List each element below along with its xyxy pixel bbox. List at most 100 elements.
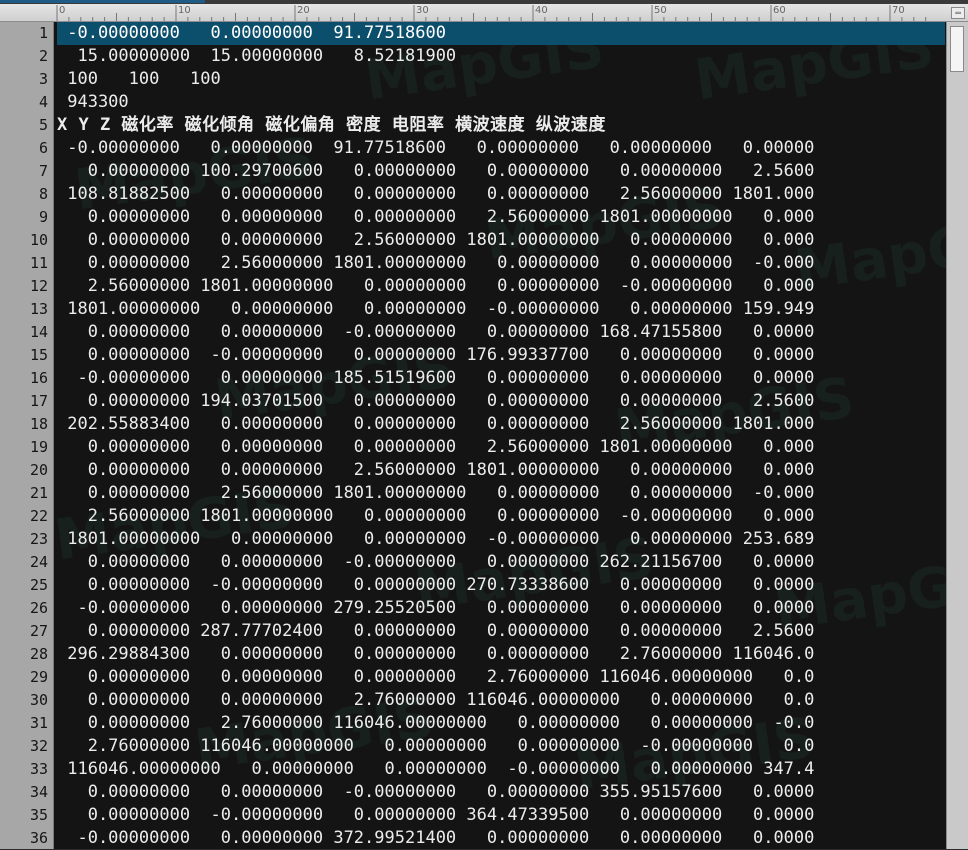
line-number: 7: [38, 162, 48, 180]
line-number: 28: [29, 645, 48, 663]
line-number: 15: [29, 346, 48, 364]
line-content[interactable]: 202.55883400 0.00000000 0.00000000 0.000…: [57, 413, 945, 436]
text-line[interactable]: 15 0.00000000 -0.00000000 0.00000000 176…: [0, 344, 968, 367]
line-content[interactable]: 0.00000000 0.00000000 -0.00000000 0.0000…: [57, 781, 945, 804]
line-number: 13: [29, 300, 48, 318]
line-number: 33: [29, 760, 48, 778]
line-content[interactable]: 0.00000000 0.00000000 0.00000000 2.76000…: [57, 666, 945, 689]
scrollbar-thumb[interactable]: [950, 26, 964, 72]
line-content[interactable]: 0.00000000 2.56000000 1801.00000000 0.00…: [57, 482, 945, 505]
line-content[interactable]: -0.00000000 0.00000000 185.51519600 0.00…: [57, 367, 945, 390]
text-line[interactable]: 23 1801.00000000 0.00000000 0.00000000 -…: [0, 528, 968, 551]
text-line[interactable]: 34 0.00000000 0.00000000 -0.00000000 0.0…: [0, 781, 968, 804]
text-line[interactable]: 3 100 100 100: [0, 68, 968, 91]
text-line[interactable]: 7 0.00000000 100.29700600 0.00000000 0.0…: [0, 160, 968, 183]
text-line[interactable]: 5 X Y Z 磁化率 磁化倾角 磁化偏角 密度 电阻率 横波速度 纵波速度: [0, 114, 968, 137]
text-line[interactable]: 35 0.00000000 -0.00000000 0.00000000 364…: [0, 804, 968, 827]
ruler-toggle-button[interactable]: ▭: [951, 7, 965, 19]
line-content[interactable]: 108.81882500 0.00000000 0.00000000 0.000…: [57, 183, 945, 206]
line-number: 17: [29, 392, 48, 410]
ruler-label: 60: [773, 5, 786, 16]
line-content[interactable]: 0.00000000 0.00000000 -0.00000000 0.0000…: [57, 321, 945, 344]
text-line[interactable]: 33 116046.00000000 0.00000000 0.00000000…: [0, 758, 968, 781]
text-line[interactable]: 29 0.00000000 0.00000000 0.00000000 2.76…: [0, 666, 968, 689]
text-line[interactable]: 1 -0.00000000 0.00000000 91.77518600: [0, 22, 968, 45]
text-line[interactable]: 30 0.00000000 0.00000000 2.76000000 1160…: [0, 689, 968, 712]
line-content[interactable]: 0.00000000 0.00000000 -0.00000000 0.0000…: [57, 551, 945, 574]
line-content[interactable]: 0.00000000 2.56000000 1801.00000000 0.00…: [57, 252, 945, 275]
ruler-label: 50: [654, 5, 667, 16]
line-number: 10: [29, 231, 48, 249]
line-content[interactable]: 1801.00000000 0.00000000 0.00000000 -0.0…: [57, 298, 945, 321]
line-content[interactable]: -0.00000000 0.00000000 91.77518600: [57, 22, 945, 45]
line-content[interactable]: 2.56000000 1801.00000000 0.00000000 0.00…: [57, 275, 945, 298]
line-content[interactable]: X Y Z 磁化率 磁化倾角 磁化偏角 密度 电阻率 横波速度 纵波速度: [57, 114, 945, 137]
line-content[interactable]: 0.00000000 0.00000000 2.56000000 1801.00…: [57, 229, 945, 252]
text-line[interactable]: 19 0.00000000 0.00000000 0.00000000 2.56…: [0, 436, 968, 459]
line-content[interactable]: 943300: [57, 91, 945, 114]
line-content[interactable]: -0.00000000 0.00000000 91.77518600 0.000…: [57, 137, 945, 160]
text-line[interactable]: 32 2.76000000 116046.00000000 0.00000000…: [0, 735, 968, 758]
text-line[interactable]: 20 0.00000000 0.00000000 2.56000000 1801…: [0, 459, 968, 482]
line-content[interactable]: -0.00000000 0.00000000 279.25520500 0.00…: [57, 597, 945, 620]
text-line[interactable]: 24 0.00000000 0.00000000 -0.00000000 0.0…: [0, 551, 968, 574]
line-number: 3: [38, 70, 48, 88]
line-content[interactable]: 0.00000000 0.00000000 2.56000000 1801.00…: [57, 459, 945, 482]
line-content[interactable]: 0.00000000 287.77702400 0.00000000 0.000…: [57, 620, 945, 643]
line-number: 27: [29, 622, 48, 640]
line-content[interactable]: 0.00000000 2.76000000 116046.00000000 0.…: [57, 712, 945, 735]
text-line[interactable]: 12 2.56000000 1801.00000000 0.00000000 0…: [0, 275, 968, 298]
line-content[interactable]: 15.00000000 15.00000000 8.52181900: [57, 45, 945, 68]
line-content[interactable]: 0.00000000 100.29700600 0.00000000 0.000…: [57, 160, 945, 183]
text-line[interactable]: 6 -0.00000000 0.00000000 91.77518600 0.0…: [0, 137, 968, 160]
line-content[interactable]: 100 100 100: [57, 68, 945, 91]
text-line[interactable]: 36 -0.00000000 0.00000000 372.99521400 0…: [0, 827, 968, 850]
line-content[interactable]: 2.56000000 1801.00000000 0.00000000 0.00…: [57, 505, 945, 528]
text-line[interactable]: 10 0.00000000 0.00000000 2.56000000 1801…: [0, 229, 968, 252]
line-number: 35: [29, 806, 48, 824]
line-content[interactable]: 2.76000000 116046.00000000 0.00000000 0.…: [57, 735, 945, 758]
line-content[interactable]: 0.00000000 -0.00000000 0.00000000 176.99…: [57, 344, 945, 367]
text-line[interactable]: 13 1801.00000000 0.00000000 0.00000000 -…: [0, 298, 968, 321]
text-line[interactable]: 14 0.00000000 0.00000000 -0.00000000 0.0…: [0, 321, 968, 344]
line-content[interactable]: 0.00000000 -0.00000000 0.00000000 270.73…: [57, 574, 945, 597]
text-line[interactable]: 25 0.00000000 -0.00000000 0.00000000 270…: [0, 574, 968, 597]
line-content[interactable]: -0.00000000 0.00000000 372.99521400 0.00…: [57, 827, 945, 850]
text-line[interactable]: 16 -0.00000000 0.00000000 185.51519600 0…: [0, 367, 968, 390]
line-number: 30: [29, 691, 48, 709]
ruler-label: 20: [297, 5, 310, 16]
text-line[interactable]: 8 108.81882500 0.00000000 0.00000000 0.0…: [0, 183, 968, 206]
line-content[interactable]: 296.29884300 0.00000000 0.00000000 0.000…: [57, 643, 945, 666]
text-line[interactable]: 17 0.00000000 194.03701500 0.00000000 0.…: [0, 390, 968, 413]
text-line[interactable]: 11 0.00000000 2.56000000 1801.00000000 0…: [0, 252, 968, 275]
ruler-label: 0: [59, 5, 66, 16]
line-number: 12: [29, 277, 48, 295]
column-ruler: ▭ 0 10 20 30 40 50 60 70: [0, 4, 968, 22]
text-line[interactable]: 2 15.00000000 15.00000000 8.52181900: [0, 45, 968, 68]
line-content[interactable]: 0.00000000 -0.00000000 0.00000000 364.47…: [57, 804, 945, 827]
line-number: 11: [29, 254, 48, 272]
text-line[interactable]: 4 943300: [0, 91, 968, 114]
line-number: 21: [29, 484, 48, 502]
vertical-scrollbar[interactable]: [946, 22, 968, 849]
active-tab-indicator[interactable]: [0, 0, 205, 3]
line-number: 31: [29, 714, 48, 732]
text-line[interactable]: 21 0.00000000 2.56000000 1801.00000000 0…: [0, 482, 968, 505]
text-line[interactable]: 27 0.00000000 287.77702400 0.00000000 0.…: [0, 620, 968, 643]
line-content[interactable]: 0.00000000 0.00000000 2.76000000 116046.…: [57, 689, 945, 712]
line-number: 16: [29, 369, 48, 387]
ruler-label: 10: [178, 5, 191, 16]
line-number: 23: [29, 530, 48, 548]
line-number: 26: [29, 599, 48, 617]
text-line[interactable]: 31 0.00000000 2.76000000 116046.00000000…: [0, 712, 968, 735]
text-line[interactable]: 26 -0.00000000 0.00000000 279.25520500 0…: [0, 597, 968, 620]
line-content[interactable]: 1801.00000000 0.00000000 0.00000000 -0.0…: [57, 528, 945, 551]
line-content[interactable]: 116046.00000000 0.00000000 0.00000000 -0…: [57, 758, 945, 781]
text-line[interactable]: 28 296.29884300 0.00000000 0.00000000 0.…: [0, 643, 968, 666]
text-line[interactable]: 22 2.56000000 1801.00000000 0.00000000 0…: [0, 505, 968, 528]
text-line[interactable]: 9 0.00000000 0.00000000 0.00000000 2.560…: [0, 206, 968, 229]
line-content[interactable]: 0.00000000 194.03701500 0.00000000 0.000…: [57, 390, 945, 413]
line-content[interactable]: 0.00000000 0.00000000 0.00000000 2.56000…: [57, 206, 945, 229]
line-content[interactable]: 0.00000000 0.00000000 0.00000000 2.56000…: [57, 436, 945, 459]
text-line[interactable]: 18 202.55883400 0.00000000 0.00000000 0.…: [0, 413, 968, 436]
